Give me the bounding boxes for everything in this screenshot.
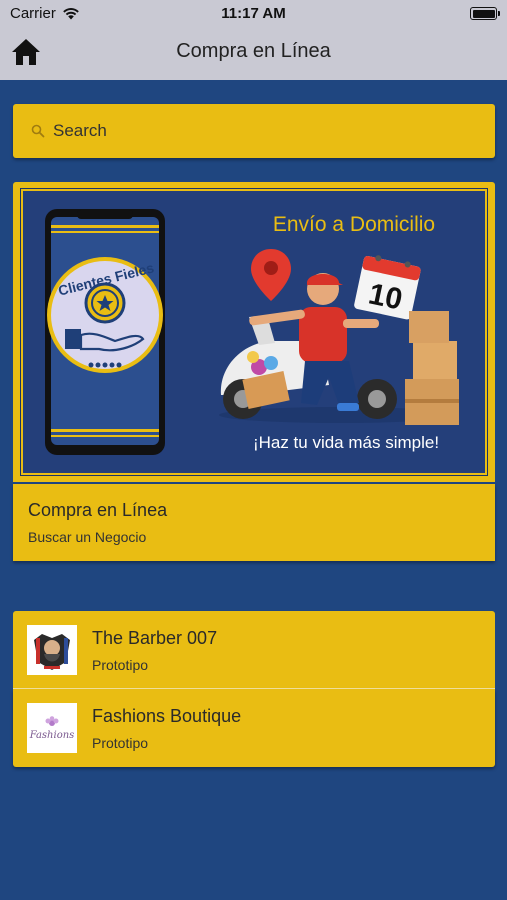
page-title: Compra en Línea	[176, 40, 331, 62]
business-subtitle: Prototipo	[92, 734, 149, 751]
business-name: The Barber 007	[92, 627, 218, 648]
search-icon	[31, 124, 45, 138]
barber-logo-icon	[28, 626, 76, 674]
flower-icon	[45, 715, 59, 726]
promo-banner[interactable]: Clientes Fieles Envío a Domicilio 10 ¡Ha…	[13, 182, 495, 482]
banner-tagline: ¡Haz tu vida más simple!	[252, 433, 440, 452]
battery-icon	[470, 7, 500, 20]
boutique-logo: Fashions	[27, 703, 77, 753]
business-subtitle: Prototipo	[92, 656, 149, 673]
phone-illustration	[45, 209, 165, 455]
business-name: Fashions Boutique	[92, 705, 242, 726]
calendar-day: 10	[366, 277, 406, 316]
search-placeholder: Search	[53, 121, 107, 140]
card-title: Compra en Línea	[28, 500, 168, 520]
card-subtitle: Buscar un Negocio	[28, 529, 147, 545]
online-shopping-card[interactable]: Compra en Línea Buscar un Negocio	[13, 484, 495, 561]
banner-frame: Clientes Fieles Envío a Domicilio 10 ¡Ha…	[20, 188, 488, 476]
list-item[interactable]: Fashions Fashions Boutique Prototipo	[13, 689, 495, 767]
boutique-logo-text: Fashions	[29, 729, 75, 741]
search-input[interactable]: Search	[13, 104, 495, 158]
delivery-illustration: 10	[219, 249, 459, 425]
barber-logo	[27, 625, 77, 675]
list-item-text: The Barber 007 Prototipo	[92, 628, 217, 673]
status-time: 11:17 AM	[221, 5, 286, 22]
banner-heading: Envío a Domicilio	[272, 213, 436, 236]
top-bar: Carrier 11:17 AM Compra en Línea	[0, 0, 507, 80]
list-item-text: Fashions Boutique Prototipo	[92, 706, 241, 751]
list-item[interactable]: The Barber 007 Prototipo	[13, 611, 495, 689]
